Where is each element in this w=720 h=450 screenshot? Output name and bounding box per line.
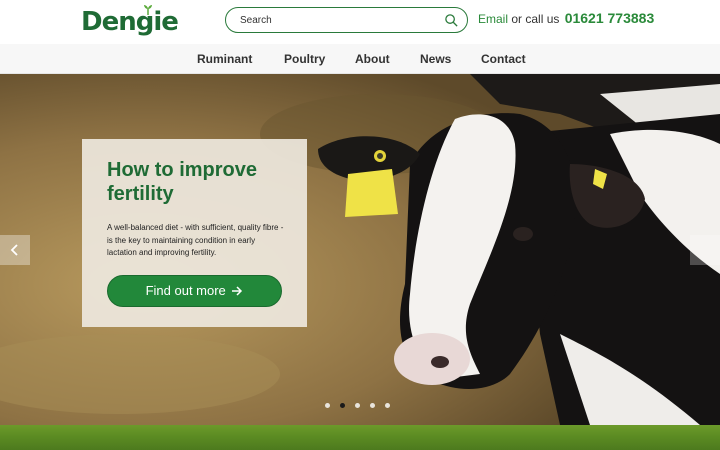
cta-label: Find out more [145, 283, 226, 298]
hero-caption-panel: How to improve fertility A well-balanced… [82, 139, 307, 327]
nav-item-news[interactable]: News [420, 52, 451, 66]
grass-banner-image [0, 425, 720, 450]
carousel-prev-button[interactable] [0, 235, 30, 265]
chevron-left-icon [10, 244, 18, 256]
contact-info: Email or call us 01621 773883 [478, 10, 654, 26]
hero-description: A well-balanced diet - with sufficient, … [107, 223, 284, 257]
leaf-icon [144, 5, 152, 15]
site-header: Dengie Email or call us 01621 773883 [0, 0, 720, 44]
logo-wordmark: Dengie [81, 7, 179, 37]
search-box [225, 7, 468, 33]
search-input[interactable] [240, 11, 435, 29]
carousel-dot-2[interactable] [340, 403, 345, 408]
carousel-dot-5[interactable] [385, 403, 390, 408]
nav-item-about[interactable]: About [355, 52, 390, 66]
dengie-logo[interactable]: Dengie [81, 5, 179, 38]
carousel-dots [325, 403, 405, 411]
arrow-right-icon [232, 286, 243, 296]
main-nav: Ruminant Poultry About News Contact [0, 44, 720, 74]
carousel-dot-1[interactable] [325, 403, 330, 408]
carousel-next-button[interactable] [690, 235, 720, 265]
hero-title: How to improve fertility [107, 159, 258, 205]
contact-or-text: or call us [508, 12, 563, 26]
nav-item-contact[interactable]: Contact [481, 52, 526, 66]
nav-item-poultry[interactable]: Poultry [284, 52, 325, 66]
hero-carousel: How to improve fertility A well-balanced… [0, 74, 720, 425]
nav-item-ruminant[interactable]: Ruminant [197, 52, 252, 66]
carousel-dot-4[interactable] [370, 403, 375, 408]
find-out-more-button[interactable]: Find out more [107, 275, 282, 307]
carousel-dot-3[interactable] [355, 403, 360, 408]
search-icon[interactable] [444, 13, 459, 28]
phone-number[interactable]: 01621 773883 [565, 10, 655, 26]
email-link[interactable]: Email [478, 12, 508, 26]
